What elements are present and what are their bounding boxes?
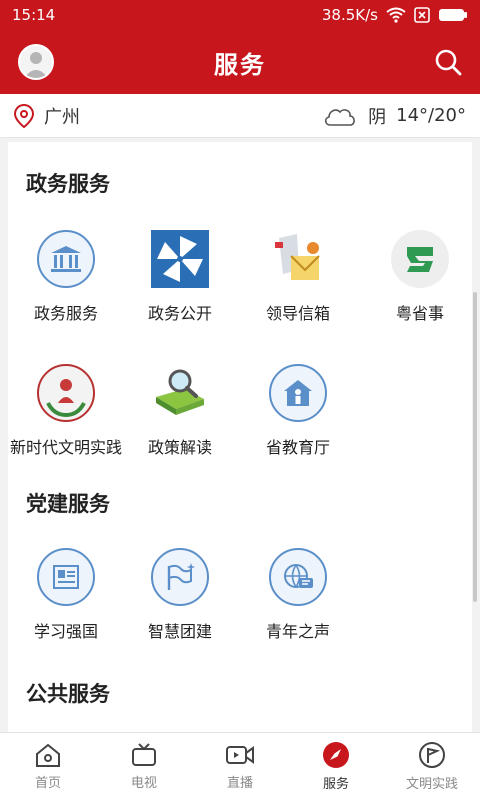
tile-gov-service[interactable]: 政务服务 bbox=[6, 228, 126, 324]
book-magnifier-icon bbox=[156, 369, 204, 415]
compass-icon bbox=[323, 742, 349, 768]
tab-civilization[interactable]: 文明实践 bbox=[384, 733, 480, 800]
tab-label: 文明实践 bbox=[405, 777, 458, 792]
mailbox-icon bbox=[275, 234, 320, 280]
tab-label: 直播 bbox=[226, 776, 253, 791]
status-bar: 15:14 38.5K/s bbox=[0, 0, 480, 30]
tile-gov-open[interactable]: 政务公开 bbox=[120, 228, 240, 324]
section-title-gov: 政务服务 bbox=[26, 172, 110, 196]
tile-leader-mailbox[interactable]: 领导信箱 bbox=[238, 228, 358, 324]
globe-message-icon bbox=[269, 548, 327, 606]
tile-smart-league[interactable]: 智慧团建 bbox=[120, 546, 240, 642]
tile-label: 新时代文明实践 bbox=[9, 438, 122, 457]
tab-tv[interactable]: 电视 bbox=[96, 733, 192, 800]
tab-label: 服务 bbox=[322, 777, 349, 792]
cloud-icon bbox=[325, 108, 356, 126]
scrollbar[interactable] bbox=[473, 292, 477, 602]
flag-icon bbox=[419, 742, 445, 768]
flag-sparkle-icon bbox=[151, 548, 209, 606]
tv-icon bbox=[132, 743, 156, 766]
page-title: 服务 bbox=[214, 50, 266, 79]
yue-sheng-shi-icon bbox=[391, 230, 449, 288]
sim-icon bbox=[414, 7, 430, 23]
app-header: 服务 bbox=[0, 30, 480, 94]
tile-label: 学习强国 bbox=[33, 622, 98, 641]
study-book-icon bbox=[37, 548, 95, 606]
tile-study-power[interactable]: 学习强国 bbox=[6, 546, 126, 642]
live-video-icon bbox=[226, 746, 254, 764]
house-person-icon bbox=[269, 364, 327, 422]
tab-service[interactable]: 服务 bbox=[288, 733, 384, 800]
section-title-public: 公共服务 bbox=[26, 682, 110, 706]
bottom-tab-bar: 首页 电视 直播 服务 文明实践 bbox=[0, 732, 480, 800]
search-button[interactable] bbox=[432, 46, 464, 78]
network-speed: 38.5K/s bbox=[321, 6, 378, 24]
services-content[interactable]: 政务服务 政务服务 政务公开 领导信箱 粤省事 新时代文明实践 政策解读 省教育… bbox=[0, 142, 480, 732]
government-building-icon bbox=[37, 230, 95, 288]
home-icon bbox=[36, 743, 60, 767]
search-icon bbox=[435, 49, 462, 76]
pinwheel-icon bbox=[151, 230, 209, 288]
tile-policy-reading[interactable]: 政策解读 bbox=[120, 362, 240, 458]
tile-label: 政策解读 bbox=[147, 438, 212, 457]
location-bar: 广州 阴 14°/20° bbox=[0, 94, 480, 138]
tile-label: 智慧团建 bbox=[147, 622, 212, 641]
tab-label: 首页 bbox=[34, 776, 61, 791]
tab-live[interactable]: 直播 bbox=[192, 733, 288, 800]
city-name[interactable]: 广州 bbox=[44, 103, 322, 129]
tab-home[interactable]: 首页 bbox=[0, 733, 96, 800]
user-icon bbox=[24, 52, 48, 78]
tile-label: 省教育厅 bbox=[265, 438, 330, 457]
services-card: 政务服务 政务服务 政务公开 领导信箱 粤省事 新时代文明实践 政策解读 省教育… bbox=[8, 142, 472, 732]
tile-label: 政务服务 bbox=[33, 304, 98, 323]
wifi-icon bbox=[386, 7, 406, 23]
avatar[interactable] bbox=[18, 44, 54, 80]
tile-yue-sheng-shi[interactable]: 粤省事 bbox=[360, 228, 480, 324]
battery-icon bbox=[439, 9, 467, 21]
civilization-emblem-icon bbox=[37, 364, 95, 422]
weather-condition: 阴 bbox=[368, 106, 387, 128]
tile-label: 粤省事 bbox=[395, 304, 444, 323]
tab-label: 电视 bbox=[130, 776, 157, 791]
weather-info: 阴 14°/20° bbox=[322, 103, 466, 129]
tile-label: 青年之声 bbox=[265, 622, 330, 641]
tile-education-dept[interactable]: 省教育厅 bbox=[238, 362, 358, 458]
tile-youth-voice[interactable]: 青年之声 bbox=[238, 546, 358, 642]
tile-civilization-practice[interactable]: 新时代文明实践 bbox=[6, 362, 126, 458]
location-pin-icon[interactable] bbox=[14, 103, 34, 128]
status-time: 15:14 bbox=[12, 6, 56, 24]
section-title-party: 党建服务 bbox=[26, 492, 110, 516]
tile-label: 政务公开 bbox=[147, 304, 212, 323]
temperature: 14°/20° bbox=[396, 105, 466, 126]
tile-label: 领导信箱 bbox=[265, 304, 330, 323]
